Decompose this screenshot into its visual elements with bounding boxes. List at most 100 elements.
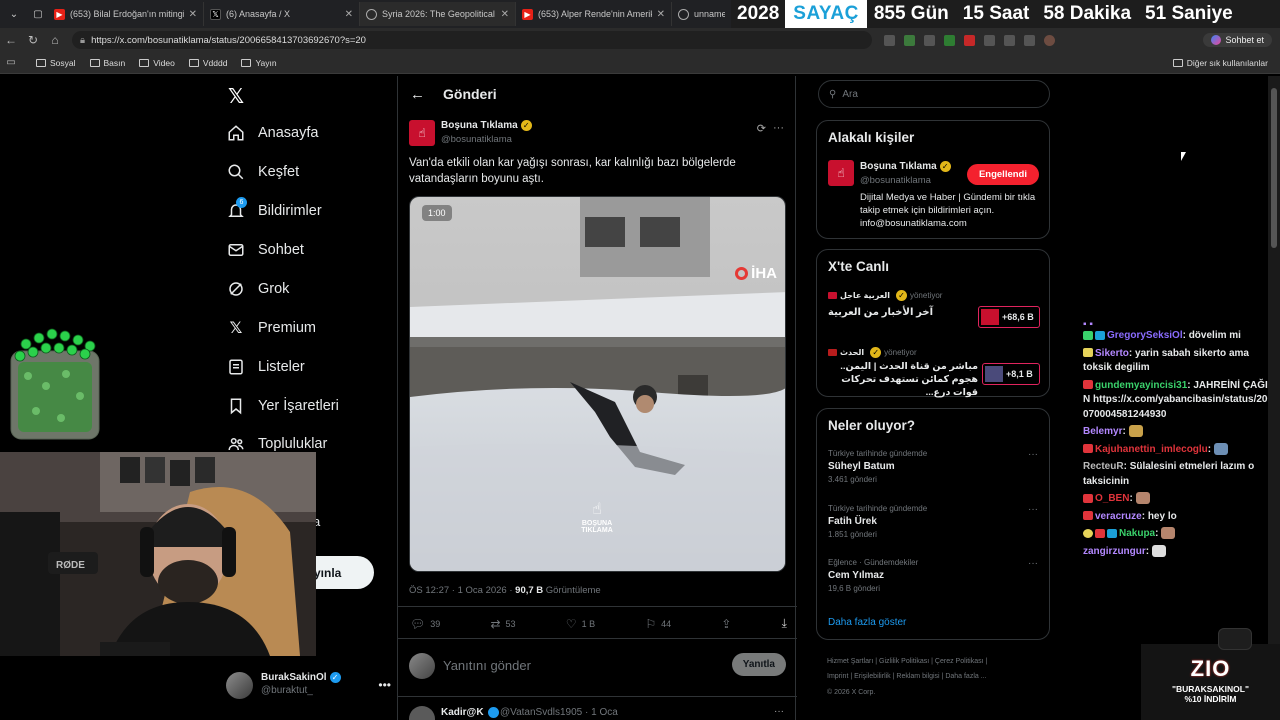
- browser-tab-3[interactable]: Syria 2026: The Geopolitical Map ✕: [360, 2, 516, 26]
- nav-item-chat[interactable]: Sohbet: [227, 241, 304, 259]
- next-reply[interactable]: Kadir@K @VatanSvdls1905 · 1 Oca ···: [409, 704, 786, 720]
- extension-icon[interactable]: [944, 34, 955, 46]
- extension-icon[interactable]: [964, 34, 975, 46]
- tab-menu-chevron-icon[interactable]: ⌄: [4, 4, 24, 24]
- footer-link[interactable]: Hizmet Şartları: [827, 658, 873, 665]
- trend-item[interactable]: Eğlence · Gündemdekiler Cem Yılmaz 19,6 …: [828, 558, 1040, 593]
- footer-link[interactable]: Reklam bilgisi: [896, 673, 939, 680]
- browser-tab-1[interactable]: ▶ (653) Bilal Erdoğan'ın mitingine k ✕: [48, 2, 204, 26]
- close-tab-icon[interactable]: ✕: [501, 9, 509, 20]
- share-button[interactable]: ⇪: [721, 616, 731, 631]
- live-item[interactable]: الحدث ✓ yönetiyor مباشر من قناة الحدث | …: [828, 347, 1040, 398]
- bookmark-folder[interactable]: Vdddd: [188, 58, 227, 68]
- search-box[interactable]: ⚲ Ara: [818, 80, 1050, 108]
- trend-more-icon[interactable]: ···: [1028, 449, 1038, 460]
- trend-more-icon[interactable]: ···: [1028, 558, 1038, 569]
- grok-explain-icon[interactable]: ⟳: [757, 122, 766, 135]
- bookmark-folder[interactable]: Video: [139, 58, 175, 68]
- author-avatar[interactable]: ☝: [409, 120, 435, 146]
- chat-badge-icon: [1095, 330, 1105, 340]
- chat-badge-icon: [1095, 528, 1105, 538]
- reply-button[interactable]: 💬︎ 39: [410, 616, 440, 631]
- emote-icon: [1135, 492, 1150, 505]
- nav-item-grok[interactable]: Grok: [227, 280, 289, 298]
- page-scrollbar[interactable]: [1268, 76, 1280, 720]
- extension-icon[interactable]: [924, 34, 935, 46]
- extension-icon[interactable]: [984, 34, 995, 46]
- download-button[interactable]: ⤓: [782, 616, 787, 631]
- nav-item-explore[interactable]: Keşfet: [227, 163, 299, 181]
- panel-title: Alakalı kişiler: [828, 130, 915, 145]
- footer-link[interactable]: Daha fazla ...: [945, 673, 986, 680]
- repost-button[interactable]: ⇄ 53: [490, 616, 515, 631]
- bell-icon: 6: [227, 197, 247, 220]
- scrollbar-thumb[interactable]: [1271, 88, 1277, 248]
- chat-message: RecteuR: Sülalesini etmeleri lazım o tak…: [1083, 461, 1255, 487]
- refresh-icon[interactable]: ↻: [22, 33, 44, 47]
- like-button[interactable]: ♡ 1 B: [566, 616, 595, 631]
- copilot-icon: [1211, 35, 1222, 45]
- tab-actions-icon[interactable]: ▢: [28, 4, 48, 24]
- close-tab-icon[interactable]: ✕: [657, 9, 665, 20]
- blocked-button[interactable]: Engellendi: [966, 164, 1039, 185]
- trend-item[interactable]: Türkiye tarihinde gündemde Fatih Ürek 1.…: [828, 504, 1040, 539]
- browser-tab-2[interactable]: 𝕏 (6) Anasayfa / X ✕: [204, 2, 360, 26]
- chat-username: Belemyr: [1083, 426, 1123, 437]
- nav-item-notifications[interactable]: 6 Bildirimler: [227, 197, 322, 220]
- bookmark-folder[interactable]: Sosyal: [36, 58, 76, 68]
- chat-message: GregorySeksiOl: dövelim mi: [1083, 329, 1280, 344]
- post-more-icon[interactable]: ···: [774, 706, 784, 717]
- nav-item-home[interactable]: Anasayfa: [227, 124, 318, 142]
- favorites-icon[interactable]: [1024, 34, 1035, 46]
- reply-submit-button[interactable]: Yanıtla: [731, 653, 786, 676]
- x-logo-icon[interactable]: 𝕏: [228, 84, 244, 109]
- more-options-icon[interactable]: •••: [378, 678, 391, 692]
- footer-link[interactable]: Çerez Politikası: [935, 658, 984, 665]
- post-more-icon[interactable]: ···: [773, 122, 784, 134]
- back-icon[interactable]: ←: [0, 33, 22, 47]
- show-more-link[interactable]: Daha fazla göster: [828, 617, 906, 628]
- bookmark-folder[interactable]: Yayın: [241, 58, 277, 68]
- search-placeholder: Ara: [842, 88, 858, 100]
- extension-icon[interactable]: [904, 34, 915, 46]
- live-item[interactable]: العربية عاجل ✓ yönetiyor آخر الأخبار من …: [828, 290, 1040, 334]
- nav-item-bookmarks[interactable]: Yer İşaretleri: [227, 397, 339, 415]
- nav-item-communities[interactable]: Topluluklar: [227, 435, 327, 453]
- close-tab-icon[interactable]: ✕: [345, 9, 353, 20]
- extension-icon[interactable]: [884, 34, 895, 46]
- footer-link[interactable]: Imprint: [827, 673, 848, 680]
- collections-icon[interactable]: ▭: [0, 57, 22, 68]
- back-arrow-icon[interactable]: ←: [410, 86, 425, 103]
- extension-icon[interactable]: [1004, 34, 1015, 46]
- chat-toggle-icon[interactable]: [1218, 628, 1252, 650]
- home-icon[interactable]: ⌂: [44, 33, 66, 47]
- trend-item[interactable]: Türkiye tarihinde gündemde Süheyl Batum …: [828, 449, 1040, 484]
- reply-author-handle: @VatanSvdls1905 · 1 Oca: [500, 707, 618, 718]
- video-player[interactable]: 1:00 İHA ☝ BOŞUNA TIKLAMA: [409, 196, 786, 572]
- account-switcher[interactable]: BurakSakinOl ✓ @buraktut_ •••: [226, 669, 391, 701]
- trend-more-icon[interactable]: ···: [1028, 504, 1038, 515]
- footer-link[interactable]: Gizlilik Politikası: [879, 658, 929, 665]
- author-handle[interactable]: @bosunatiklama: [441, 134, 512, 145]
- bookmark-folder[interactable]: Basın: [89, 58, 125, 68]
- nav-item-lists[interactable]: Listeler: [227, 358, 305, 376]
- footer-link[interactable]: Erişilebilirlik: [854, 673, 891, 680]
- post-timestamp[interactable]: ÖS 12:27 · 1 Oca 2026 ·: [409, 585, 515, 596]
- related-avatar[interactable]: ☝: [828, 160, 854, 186]
- author-name[interactable]: Boşuna Tıklama: [441, 120, 518, 131]
- svg-text:RØDE: RØDE: [56, 560, 85, 571]
- other-bookmarks[interactable]: Diğer sık kullanılanlar: [1172, 58, 1268, 68]
- browser-tab-5[interactable]: unnamed: [672, 2, 732, 26]
- copilot-chat-button[interactable]: Sohbet et: [1203, 33, 1272, 47]
- bookmark-button[interactable]: ⚐ 44: [645, 616, 671, 631]
- related-name[interactable]: Boşuna Tıklama: [860, 161, 937, 172]
- verified-badge-icon: ✓: [870, 347, 882, 358]
- browser-tab-4[interactable]: ▶ (653) Alper Rende'nin Amerikan ✕: [516, 2, 672, 26]
- nav-item-premium[interactable]: 𝕏 Premium: [227, 319, 316, 337]
- post-button[interactable]: yınla: [310, 556, 374, 589]
- chat-message: Belemyr:: [1083, 425, 1280, 440]
- url-field[interactable]: 🔒︎ https://x.com/bosunatiklama/status/20…: [72, 31, 872, 49]
- profile-avatar-icon[interactable]: [1044, 34, 1055, 46]
- close-tab-icon[interactable]: ✕: [189, 9, 197, 20]
- reply-input[interactable]: Yanıtını gönder: [443, 658, 531, 673]
